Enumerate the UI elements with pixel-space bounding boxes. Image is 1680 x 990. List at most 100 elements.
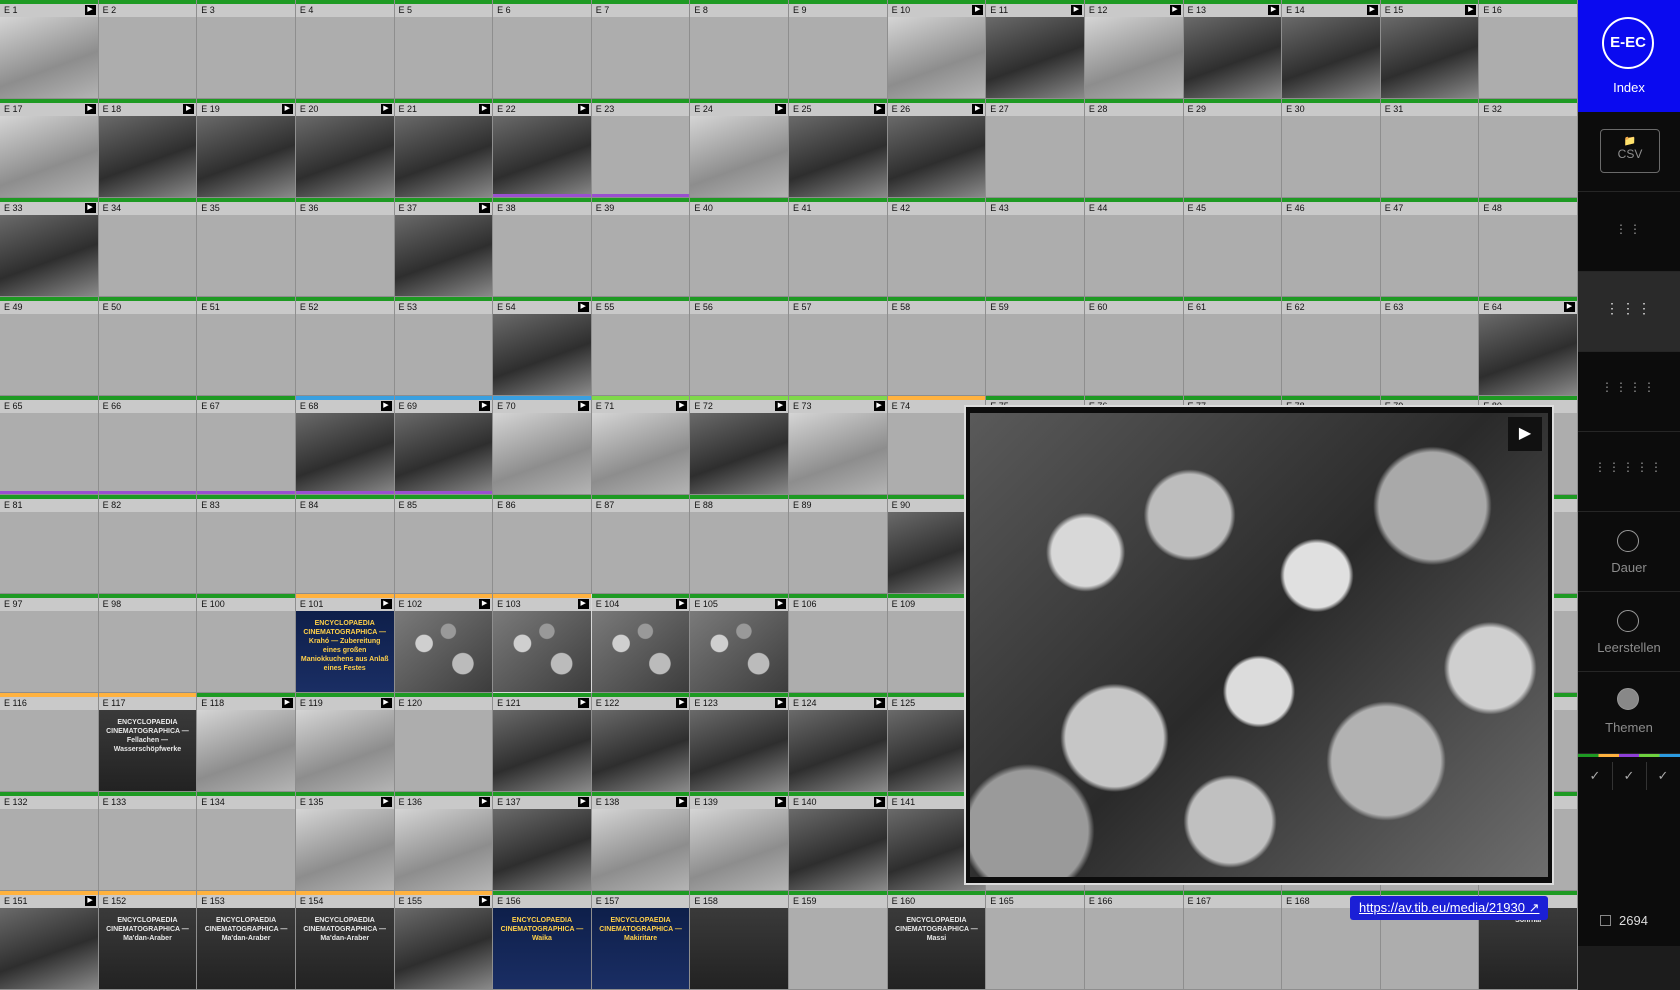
film-cell[interactable]: E 156 ENCYCLOPAEDIA CINEMATOGRAPHICA — Wa… xyxy=(493,891,592,990)
play-icon[interactable]: ▶ xyxy=(577,401,589,411)
film-thumbnail[interactable] xyxy=(591,809,690,890)
film-cell[interactable]: E 119 ▶ xyxy=(295,693,395,792)
film-thumbnail[interactable] xyxy=(493,413,591,494)
play-icon[interactable]: ▶ xyxy=(281,698,293,708)
film-cell[interactable]: E 18 ▶ xyxy=(98,99,198,198)
play-icon[interactable]: ▶ xyxy=(676,401,688,411)
film-cell[interactable]: E 15 ▶ xyxy=(1380,0,1480,99)
play-icon[interactable]: ▶ xyxy=(577,698,589,708)
film-cell[interactable]: E 27 xyxy=(986,99,1085,198)
film-thumbnail[interactable]: Sonrhai xyxy=(1479,908,1577,989)
film-cell[interactable]: E 85 xyxy=(394,495,494,594)
film-cell[interactable]: E 158 xyxy=(690,891,789,990)
density-small-button[interactable]: ⋮⋮ xyxy=(1578,192,1680,272)
film-cell[interactable]: E 67 xyxy=(197,396,296,495)
film-thumbnail[interactable] xyxy=(690,710,788,791)
film-thumbnail[interactable] xyxy=(394,908,493,989)
play-icon[interactable]: ▶ xyxy=(479,401,491,411)
film-cell[interactable]: E 17 ▶ xyxy=(0,99,99,198)
film-cell[interactable]: E 153 ENCYCLOPAEDIA CINEMATOGRAPHICA — Ma… xyxy=(197,891,296,990)
play-icon[interactable]: ▶ xyxy=(479,896,491,906)
play-icon[interactable]: ▶ xyxy=(281,104,293,114)
film-cell[interactable]: E 120 xyxy=(394,693,494,792)
film-thumbnail[interactable] xyxy=(0,17,98,98)
play-icon[interactable]: ▶ xyxy=(479,104,491,114)
film-cell[interactable]: E 59 xyxy=(986,297,1085,396)
checkbox-icon[interactable] xyxy=(1600,915,1611,926)
film-thumbnail[interactable] xyxy=(591,611,690,692)
film-thumbnail[interactable] xyxy=(0,908,98,989)
film-cell[interactable]: E 69 ▶ xyxy=(394,396,494,495)
film-cell[interactable]: E 167 xyxy=(1183,891,1283,990)
film-cell[interactable]: E 134 xyxy=(197,792,296,891)
play-icon[interactable]: ▶ xyxy=(479,599,491,609)
film-cell[interactable]: E 104 ▶ xyxy=(591,594,691,693)
themen-toggle[interactable]: Themen xyxy=(1578,672,1680,754)
play-icon[interactable]: ▶ xyxy=(873,401,885,411)
film-cell[interactable]: E 11 ▶ xyxy=(986,0,1085,99)
film-thumbnail[interactable] xyxy=(197,710,295,791)
film-cell[interactable]: E 72 ▶ xyxy=(690,396,789,495)
film-cell[interactable]: E 10 ▶ xyxy=(887,0,987,99)
film-cell[interactable]: E 122 ▶ xyxy=(591,693,691,792)
film-thumbnail[interactable]: ENCYCLOPAEDIA CINEMATOGRAPHICA — Ma'dan-… xyxy=(98,908,197,989)
film-cell[interactable]: E 3 xyxy=(197,0,296,99)
film-thumbnail[interactable] xyxy=(690,413,788,494)
film-cell[interactable]: E 154 ENCYCLOPAEDIA CINEMATOGRAPHICA — Ma… xyxy=(295,891,395,990)
play-icon[interactable]: ▶ xyxy=(972,5,984,15)
film-cell[interactable]: E 100 xyxy=(197,594,296,693)
film-cell[interactable]: E 38 xyxy=(493,198,592,297)
film-thumbnail[interactable] xyxy=(493,116,591,197)
film-cell[interactable]: E 118 ▶ xyxy=(197,693,296,792)
film-cell[interactable]: E 98 xyxy=(98,594,198,693)
film-thumbnail[interactable] xyxy=(690,611,788,692)
film-cell[interactable]: E 82 xyxy=(98,495,198,594)
film-cell[interactable]: E 117 ENCYCLOPAEDIA CINEMATOGRAPHICA — Fe… xyxy=(98,693,198,792)
film-thumbnail[interactable] xyxy=(295,710,394,791)
play-icon[interactable]: ▶ xyxy=(380,698,392,708)
film-cell[interactable]: E 24 ▶ xyxy=(690,99,789,198)
film-thumbnail[interactable] xyxy=(197,116,295,197)
film-cell[interactable]: E 66 xyxy=(98,396,198,495)
film-cell[interactable]: E 12 ▶ xyxy=(1084,0,1184,99)
film-cell[interactable]: E 133 xyxy=(98,792,198,891)
film-thumbnail[interactable]: ENCYCLOPAEDIA CINEMATOGRAPHICA — Krahó —… xyxy=(295,611,394,692)
play-icon[interactable]: ▶ xyxy=(873,797,885,807)
play-icon[interactable]: ▶ xyxy=(676,698,688,708)
film-thumbnail[interactable] xyxy=(295,809,394,890)
film-cell[interactable]: E 83 xyxy=(197,495,296,594)
film-thumbnail[interactable] xyxy=(493,809,591,890)
play-icon[interactable]: ▶ xyxy=(84,5,96,15)
film-cell[interactable]: E 25 ▶ xyxy=(789,99,888,198)
film-cell[interactable]: E 152 ENCYCLOPAEDIA CINEMATOGRAPHICA — Ma… xyxy=(98,891,198,990)
play-icon[interactable]: ▶ xyxy=(972,104,984,114)
film-thumbnail[interactable] xyxy=(690,809,788,890)
play-icon[interactable]: ▶ xyxy=(775,401,786,411)
film-cell[interactable]: E 54 ▶ xyxy=(493,297,592,396)
film-cell[interactable]: E 53 xyxy=(394,297,494,396)
film-cell[interactable]: E 106 xyxy=(789,594,888,693)
play-icon[interactable]: ▶ xyxy=(873,698,885,708)
play-icon[interactable]: ▶ xyxy=(775,599,786,609)
film-cell[interactable]: E 165 xyxy=(986,891,1085,990)
film-cell[interactable]: E 41 xyxy=(789,198,888,297)
film-cell[interactable]: E 34 xyxy=(98,198,198,297)
film-cell[interactable]: E 88 xyxy=(690,495,789,594)
film-cell[interactable]: E 22 ▶ xyxy=(493,99,592,198)
csv-box[interactable]: 📁 CSV xyxy=(1600,129,1660,173)
film-cell[interactable]: E 49 xyxy=(0,297,99,396)
play-icon[interactable]: ▶ xyxy=(380,401,392,411)
film-cell[interactable]: E 26 ▶ xyxy=(887,99,987,198)
play-icon[interactable]: ▶ xyxy=(1465,5,1477,15)
play-icon[interactable]: ▶ xyxy=(1366,5,1378,15)
film-cell[interactable]: E 155 ▶ xyxy=(394,891,494,990)
film-thumbnail[interactable] xyxy=(493,314,591,395)
film-cell[interactable]: E 50 xyxy=(98,297,198,396)
play-icon[interactable]: ▶ xyxy=(775,797,786,807)
film-thumbnail[interactable]: ENCYCLOPAEDIA CINEMATOGRAPHICA — Waika xyxy=(493,908,591,989)
film-thumbnail[interactable] xyxy=(690,116,788,197)
film-thumbnail[interactable] xyxy=(295,413,394,494)
play-icon[interactable]: ▶ xyxy=(577,599,589,609)
film-cell[interactable]: E 31 xyxy=(1380,99,1480,198)
film-thumbnail[interactable] xyxy=(394,116,493,197)
